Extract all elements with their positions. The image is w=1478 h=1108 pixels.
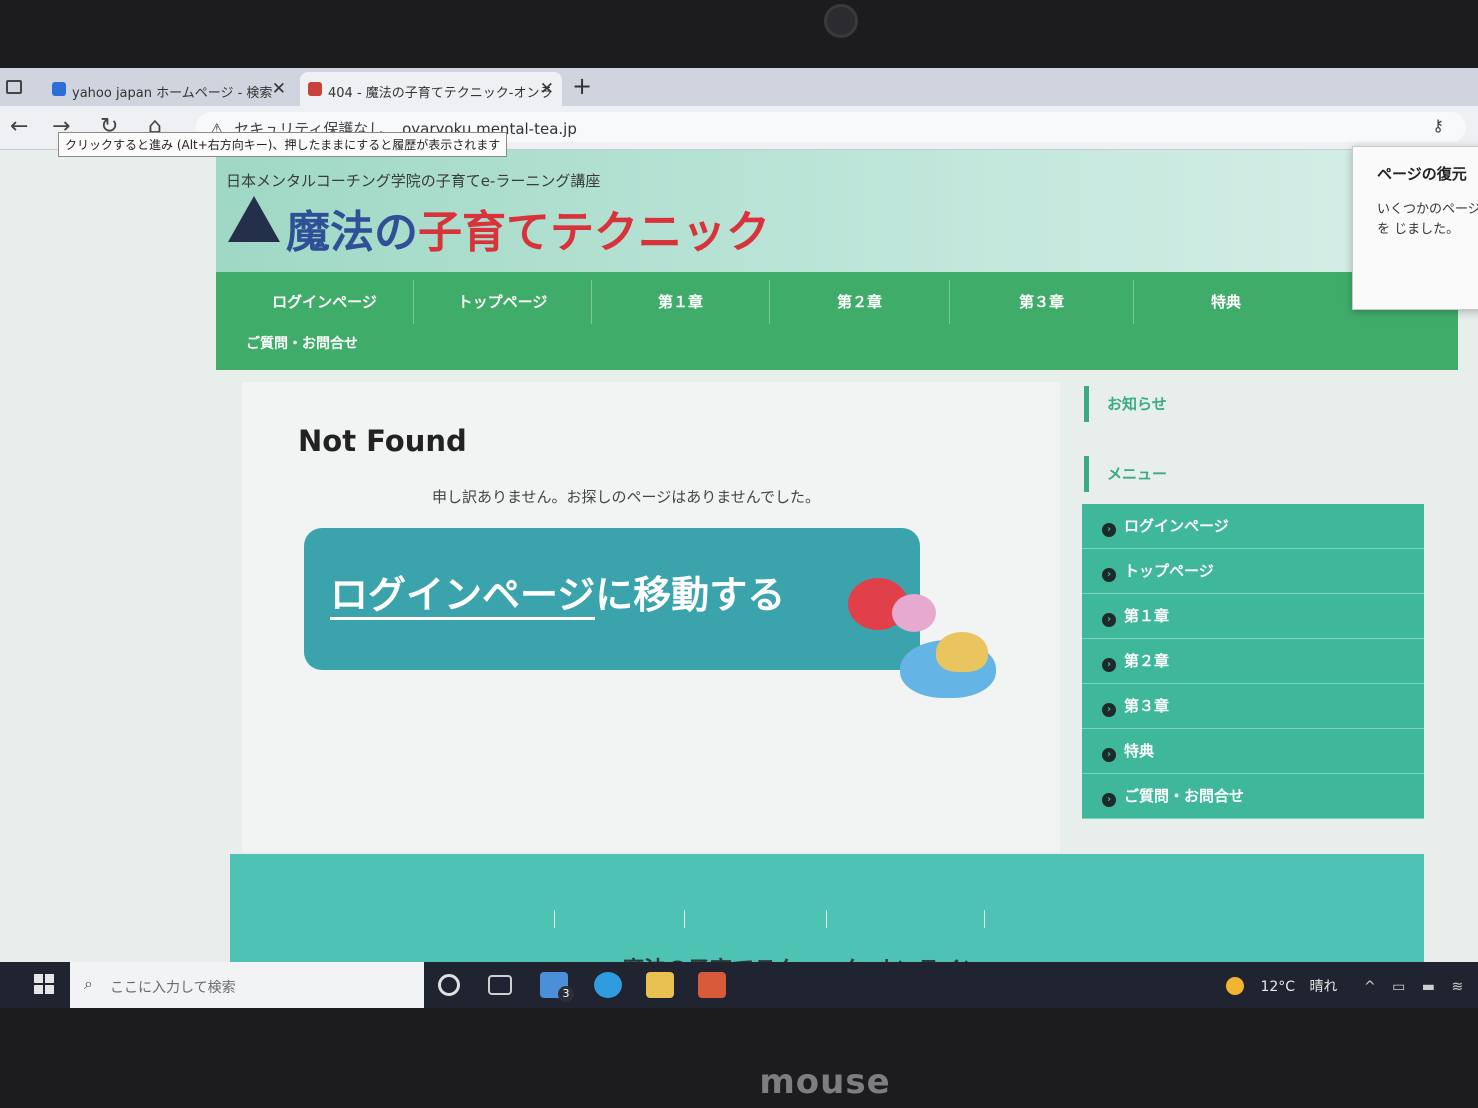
site-footer: 魔法の子育てテクニック-オンライン — [230, 854, 1424, 962]
chevron-right-icon: › — [1102, 613, 1116, 627]
chevron-right-icon: › — [1102, 568, 1116, 582]
sidebar: お知らせ メニュー › ログインページ › トップページ › 第１章 › 第２章 › 第３… — [1082, 380, 1424, 860]
footer-divider — [826, 910, 827, 928]
weather-text[interactable]: 晴れ — [1310, 979, 1338, 995]
chevron-right-icon: › — [1102, 523, 1116, 537]
forward-tooltip: クリックすると進み (Alt+右方向キー)、押したままにすると履歴が表示されます — [58, 132, 508, 157]
page-title: Not Found — [298, 424, 467, 458]
windows-start-icon[interactable] — [34, 974, 54, 994]
bird-wing-illustration — [936, 632, 988, 672]
banner-link[interactable]: ログインページ — [330, 573, 596, 620]
key-icon[interactable]: ⚷ — [1432, 116, 1444, 135]
witch-hat-icon — [228, 196, 280, 242]
tab-404-page[interactable]: 404 - 魔法の子育てテクニック-オンラ ✕ — [300, 72, 562, 106]
sidebar-item-login[interactable]: › ログインページ — [1082, 504, 1424, 549]
tab-yahoo-search[interactable]: yahoo japan ホームページ - 検索 ✕ — [44, 72, 294, 106]
site-tagline: 日本メンタルコーチング学院の子育てe-ラーニング講座 — [226, 172, 601, 190]
new-tab-button[interactable]: + — [572, 72, 592, 100]
store-icon[interactable] — [698, 972, 726, 998]
site-container: 日本メンタルコーチング学院の子育てe-ラーニング講座 魔法の子育てテクニック ロ… — [216, 150, 1458, 962]
tab-actions-icon[interactable] — [6, 80, 22, 94]
banner-text[interactable]: ログインページに移動する — [330, 564, 785, 620]
sidebar-heading-news: お知らせ — [1084, 386, 1167, 422]
not-found-message: 申し訳ありません。お探しのページはありませんでした。 — [432, 488, 821, 506]
laptop-frame: yahoo japan ホームページ - 検索 ✕ 404 - 魔法の子育てテク… — [0, 0, 1478, 1108]
sidebar-heading-menu: メニュー — [1084, 456, 1167, 492]
popup-body: いくつかのページを じました。 — [1377, 202, 1478, 237]
flower-illustration — [892, 594, 936, 632]
nav-bonus[interactable]: 特典 — [1134, 280, 1318, 324]
sidebar-item-chapter-1[interactable]: › 第１章 — [1082, 594, 1424, 639]
tab-title: yahoo japan ホームページ - 検索 — [72, 86, 273, 101]
nav-contact[interactable]: ご質問・お問合せ — [246, 326, 358, 362]
popup-title: ページの復元 — [1377, 165, 1467, 183]
webcam — [824, 4, 858, 38]
web-page: 日本メンタルコーチング学院の子育てe-ラーニング講座 魔法の子育てテクニック ロ… — [0, 150, 1478, 962]
nav-chapter-2[interactable]: 第２章 — [770, 280, 950, 324]
tab-title: 404 - 魔法の子育てテクニック-オンラ — [328, 86, 553, 101]
sidebar-item-contact[interactable]: › ご質問・お問合せ — [1082, 774, 1424, 819]
taskbar-search[interactable]: ⌕ ここに入力して検索 — [70, 962, 424, 1008]
footer-divider — [554, 910, 555, 928]
chevron-right-icon: › — [1102, 703, 1116, 717]
footer-divider — [984, 910, 985, 928]
footer-title: 魔法の子育てテクニック-オンライン — [622, 952, 983, 962]
back-icon[interactable]: ← — [10, 114, 28, 139]
footer-divider — [684, 910, 685, 928]
tab-bar: yahoo japan ホームページ - 検索 ✕ 404 - 魔法の子育てテク… — [0, 68, 1478, 106]
mail-icon[interactable]: 3 — [540, 972, 574, 1002]
close-tab-icon[interactable]: ✕ — [540, 79, 554, 99]
nav-top[interactable]: トップページ — [414, 280, 592, 324]
main-nav: ログインページ トップページ 第１章 第２章 第３章 特典 ご質問・お問合せ — [216, 272, 1458, 370]
screen: yahoo japan ホームページ - 検索 ✕ 404 - 魔法の子育てテク… — [0, 68, 1478, 1008]
system-tray: 12°C 晴れ ^ ▭ ▬ ≋ ◁) — [1226, 976, 1478, 996]
cortana-icon[interactable] — [438, 974, 460, 996]
chevron-right-icon: › — [1102, 748, 1116, 762]
nav-chapter-3[interactable]: 第３章 — [950, 280, 1134, 324]
nav-chapter-1[interactable]: 第１章 — [592, 280, 770, 324]
site-logo[interactable]: 魔法の子育てテクニック — [286, 196, 770, 260]
login-banner[interactable]: ログインページに移動する — [304, 528, 920, 670]
bing-favicon-icon — [52, 82, 66, 96]
file-explorer-icon[interactable] — [646, 972, 674, 998]
main-content: Not Found 申し訳ありません。お探しのページはありませんでした。 ログイ… — [242, 382, 1060, 852]
weather-sun-icon[interactable] — [1226, 977, 1244, 995]
edge-browser-icon[interactable] — [594, 972, 622, 998]
search-placeholder: ここに入力して検索 — [110, 980, 236, 996]
chevron-right-icon: › — [1102, 793, 1116, 807]
close-tab-icon[interactable]: ✕ — [272, 79, 286, 99]
sidebar-item-chapter-3[interactable]: › 第３章 — [1082, 684, 1424, 729]
nav-login[interactable]: ログインページ — [236, 280, 414, 324]
windows-taskbar: ⌕ ここに入力して検索 3 12°C 晴れ ^ ▭ ▬ ≋ ◁) — [0, 962, 1478, 1008]
sidebar-item-chapter-2[interactable]: › 第２章 — [1082, 639, 1424, 684]
page-restore-popup: ページの復元 いくつかのページを じました。 — [1352, 146, 1478, 310]
search-icon: ⌕ — [84, 974, 93, 993]
sidebar-menu: › ログインページ › トップページ › 第１章 › 第２章 › 第３章 › 特典 › ご質問… — [1082, 504, 1424, 819]
task-view-icon[interactable] — [488, 975, 512, 995]
tray-icons[interactable]: ^ ▭ ▬ ≋ ◁) — [1364, 979, 1478, 995]
weather-temp[interactable]: 12°C — [1260, 979, 1295, 995]
site-header: 日本メンタルコーチング学院の子育てe-ラーニング講座 魔法の子育てテクニック — [216, 150, 1458, 272]
sidebar-item-top[interactable]: › トップページ — [1082, 549, 1424, 594]
site-favicon-icon — [308, 82, 322, 96]
sidebar-item-bonus[interactable]: › 特典 — [1082, 729, 1424, 774]
chevron-right-icon: › — [1102, 658, 1116, 672]
mail-badge: 3 — [558, 986, 574, 1002]
device-brand-logo: mouse — [759, 1062, 891, 1102]
